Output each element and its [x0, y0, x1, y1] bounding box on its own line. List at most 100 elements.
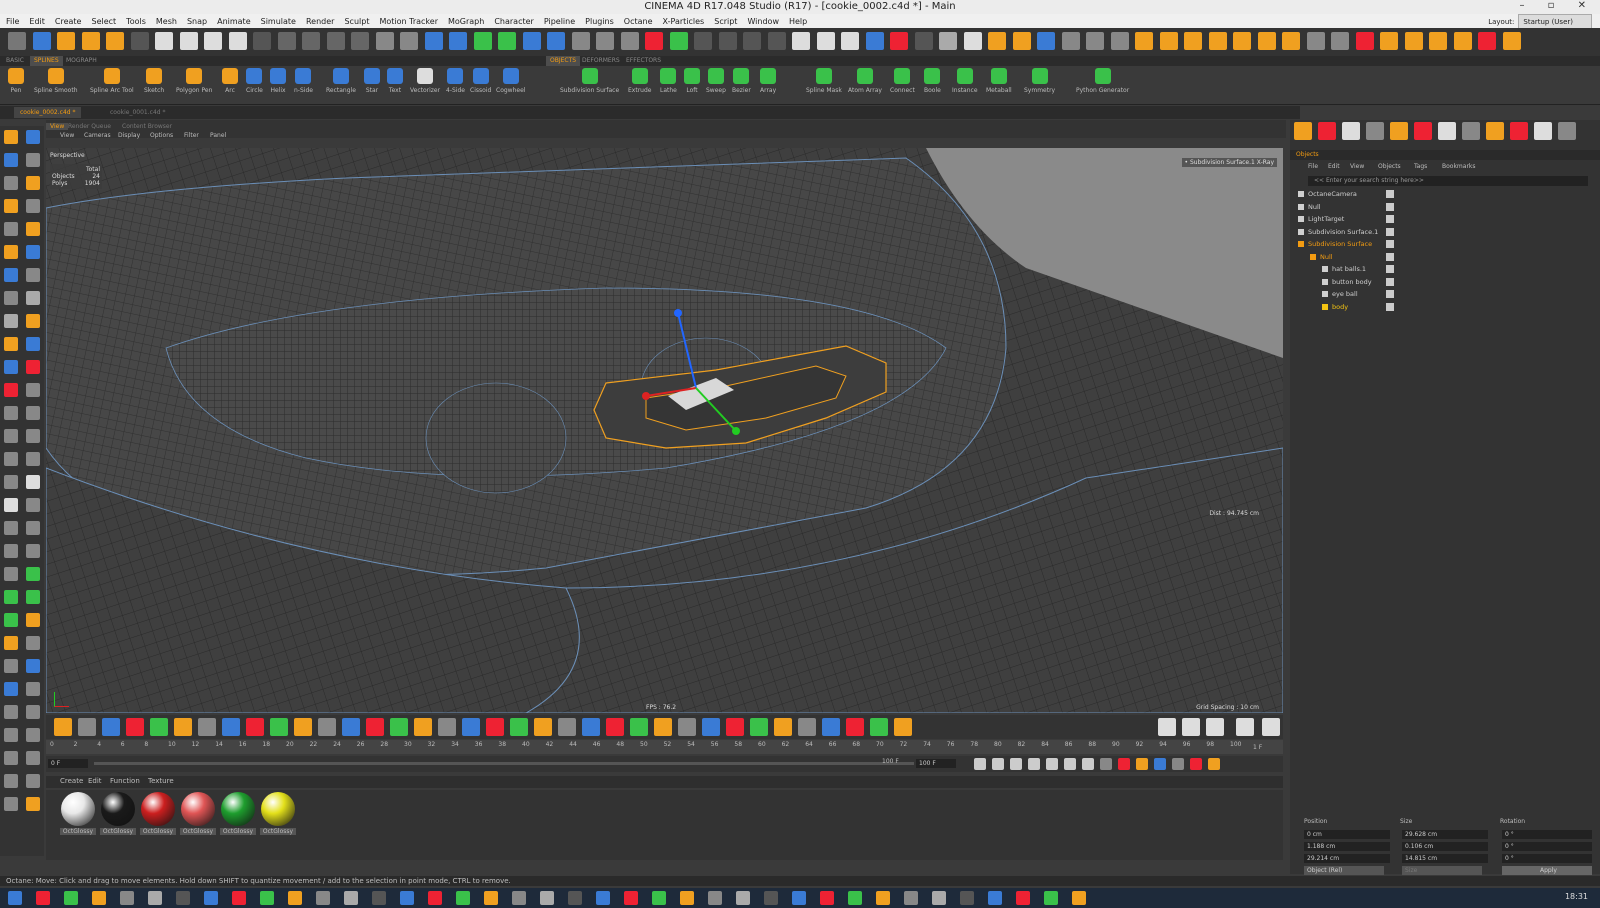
visibility-toggle-icon[interactable] [1386, 202, 1394, 211]
menu-item[interactable]: Create [55, 17, 82, 26]
palette-item[interactable]: n-Side [294, 68, 313, 94]
left-tool-icon[interactable] [4, 176, 18, 190]
left-tool-icon[interactable] [26, 199, 40, 213]
palette-item[interactable]: Atom Array [848, 68, 882, 94]
toolbar-tool-icon[interactable] [1429, 32, 1447, 50]
taskbar-app-icon[interactable] [820, 891, 834, 905]
toolbar-tool-icon[interactable] [1453, 32, 1472, 50]
bottom-tool-icon[interactable] [534, 718, 552, 736]
palette-item[interactable]: Metaball [986, 68, 1012, 94]
size-x-field[interactable]: 29.628 cm [1402, 830, 1488, 839]
menu-item[interactable]: Render [306, 17, 334, 26]
menu-item[interactable]: Window [747, 17, 779, 26]
transport-button[interactable] [1136, 758, 1148, 770]
left-tool-icon[interactable] [4, 498, 18, 512]
left-tool-icon[interactable] [26, 222, 40, 236]
palette-item[interactable]: Pen [8, 68, 24, 94]
manager-tool-icon[interactable] [1390, 122, 1408, 140]
toolbar-tool-icon[interactable] [963, 32, 982, 50]
bottom-tool-icon[interactable] [702, 718, 720, 736]
transport-button[interactable] [1118, 758, 1130, 770]
objects-menu-item[interactable]: Tags [1414, 163, 1427, 170]
transport-button[interactable] [1046, 758, 1058, 770]
tab-render-queue[interactable]: Render Queue [68, 123, 111, 130]
toolbar-tool-icon[interactable] [81, 32, 100, 50]
bottom-tool-icon[interactable] [582, 718, 600, 736]
toolbar-tool-icon[interactable] [473, 32, 492, 50]
bottom-tool-icon[interactable] [462, 718, 480, 736]
apply-button[interactable]: Apply [1502, 866, 1592, 875]
menu-item[interactable]: X-Particles [663, 17, 705, 26]
palette-item[interactable]: 4-Side [446, 68, 465, 94]
vp-menu-display[interactable]: Display [118, 132, 140, 139]
left-tool-icon[interactable] [26, 797, 40, 811]
palette-item[interactable]: Rectangle [326, 68, 356, 94]
toolbar-tool-icon[interactable] [1502, 32, 1521, 50]
vp-menu-view[interactable]: View [60, 132, 74, 139]
left-tool-icon[interactable] [4, 406, 18, 420]
manager-tool-icon[interactable] [1534, 122, 1552, 140]
vp-menu-options[interactable]: Options [150, 132, 173, 139]
taskbar-app-icon[interactable] [148, 891, 162, 905]
toolbar-tool-icon[interactable] [1184, 32, 1202, 50]
taskbar-app-icon[interactable] [708, 891, 722, 905]
toolbar-tool-icon[interactable] [253, 32, 271, 50]
left-tool-icon[interactable] [4, 337, 18, 351]
toolbar-tool-icon[interactable] [1282, 32, 1300, 50]
toolbar-tool-icon[interactable] [1159, 32, 1178, 50]
palette-item[interactable]: Array [760, 68, 776, 94]
manager-tool-icon[interactable] [1486, 122, 1504, 140]
material-swatch[interactable]: OctGlossy [180, 792, 216, 835]
visibility-toggle-icon[interactable] [1386, 227, 1394, 236]
taskbar-app-icon[interactable] [988, 891, 1002, 905]
toolbar-tool-icon[interactable] [620, 32, 639, 50]
taskbar-app-icon[interactable] [288, 891, 302, 905]
left-tool-icon[interactable] [4, 544, 18, 558]
menu-item[interactable]: File [6, 17, 19, 26]
tab-view[interactable]: View [46, 123, 69, 130]
taskbar-app-icon[interactable] [204, 891, 218, 905]
bottom-tool-icon[interactable] [366, 718, 384, 736]
coord-mode-dropdown[interactable]: Object (Rel) [1304, 866, 1384, 875]
bottom-tool-icon[interactable] [510, 718, 528, 736]
toolbar-tool-icon[interactable] [351, 32, 369, 50]
manager-tool-icon[interactable] [1342, 122, 1360, 140]
left-tool-icon[interactable] [4, 613, 18, 627]
bottom-tool-icon[interactable] [414, 718, 432, 736]
left-tool-icon[interactable] [26, 268, 40, 282]
rot-b-field[interactable]: 0 ° [1502, 854, 1592, 863]
visibility-toggle-icon[interactable] [1386, 302, 1394, 311]
bottom-tool-icon[interactable] [318, 718, 336, 736]
visibility-toggle-icon[interactable] [1386, 215, 1394, 223]
toolbar-tool-icon[interactable] [718, 32, 737, 50]
bottom-tool-icon[interactable] [294, 718, 312, 736]
material-swatch[interactable]: OctGlossy [100, 792, 136, 835]
left-tool-icon[interactable] [26, 429, 40, 443]
bottom-tool-icon[interactable] [198, 718, 216, 736]
transport-button[interactable] [1064, 758, 1076, 770]
menu-item[interactable]: Select [91, 17, 116, 26]
bottom-tool-icon[interactable] [486, 718, 504, 736]
size-z-field[interactable]: 14.815 cm [1402, 854, 1488, 863]
doc-tab-active[interactable]: cookie_0002.c4d * [14, 107, 82, 118]
left-tool-icon[interactable] [4, 475, 18, 489]
toolbar-tool-icon[interactable] [1404, 32, 1423, 50]
bottom-tool-icon[interactable] [654, 718, 672, 736]
toolbar-tool-icon[interactable] [400, 32, 418, 50]
bottom-tool-icon[interactable] [798, 718, 816, 736]
toolbar-tool-icon[interactable] [1208, 32, 1227, 50]
toolbar-tool-icon[interactable] [547, 32, 565, 50]
left-tool-icon[interactable] [4, 199, 18, 213]
left-tool-icon[interactable] [26, 774, 40, 788]
palette-item[interactable]: Spline Mask [806, 68, 842, 94]
object-row[interactable]: OctaneCamera [1290, 188, 1600, 200]
taskbar-app-icon[interactable] [624, 891, 638, 905]
left-tool-icon[interactable] [26, 337, 40, 351]
taskbar-app-icon[interactable] [92, 891, 106, 905]
transport-button[interactable] [1100, 758, 1112, 770]
visibility-toggle-icon[interactable] [1386, 240, 1394, 248]
bottom-tool-icon[interactable] [54, 718, 72, 736]
taskbar-app-icon[interactable] [1072, 891, 1086, 905]
mat-menu-create[interactable]: Create [60, 777, 83, 785]
mat-menu-function[interactable]: Function [110, 777, 140, 785]
